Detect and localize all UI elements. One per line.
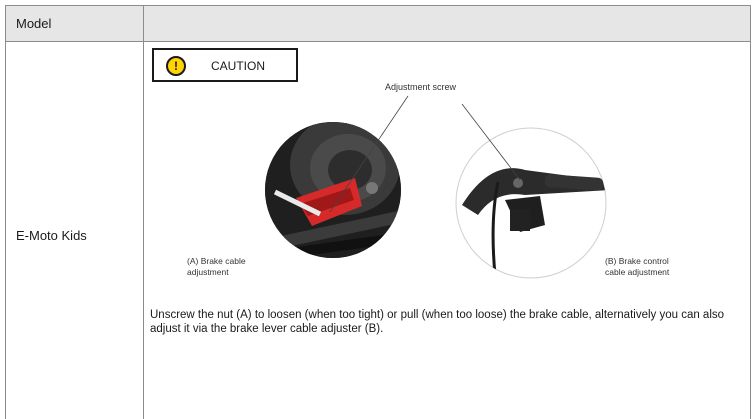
label-b: (B) Brake control cable adjustment (605, 256, 669, 278)
label-b-line1: (B) Brake control (605, 256, 669, 266)
label-a-line1: (A) Brake cable (187, 256, 246, 266)
caution-mark: ! (174, 59, 178, 73)
label-adjustment-screw: Adjustment screw (385, 82, 457, 92)
exclamation-warning-icon: ! (166, 56, 186, 76)
column-divider (143, 6, 144, 419)
instruction-paragraph: Unscrew the nut (A) to loosen (when too … (150, 309, 725, 335)
caution-label: CAUTION (211, 59, 265, 73)
table-header-row: Model (6, 6, 750, 42)
header-model-label: Model (16, 16, 52, 31)
spec-table: Model E-Moto Kids (5, 5, 751, 419)
model-name-cell: E-Moto Kids (16, 228, 87, 243)
label-a: (A) Brake cable adjustment (187, 256, 246, 278)
caution-box: ! CAUTION (152, 48, 298, 82)
label-a-line2: adjustment (187, 267, 229, 277)
label-b-line2: cable adjustment (605, 267, 670, 277)
